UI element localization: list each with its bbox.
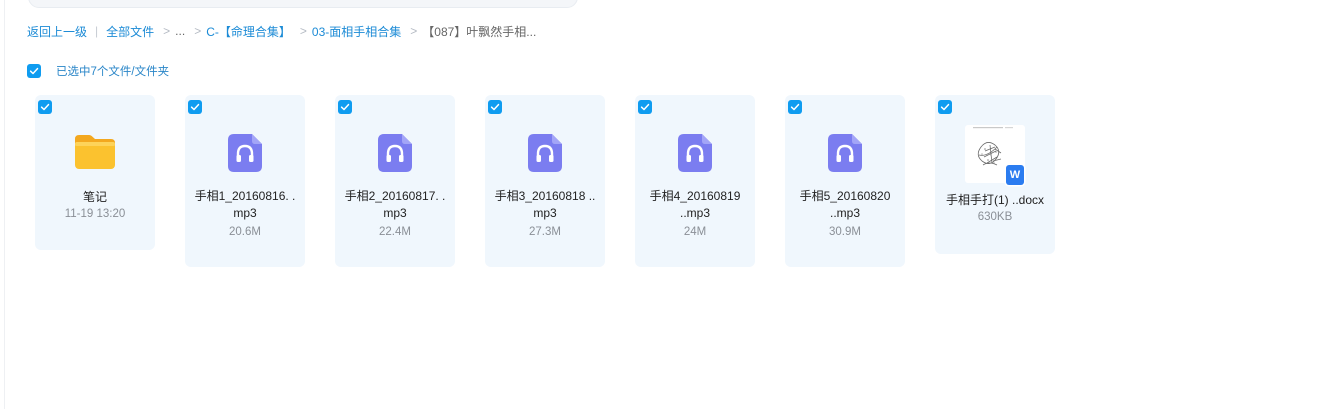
file-card-doc[interactable]: W 手相手打(1) ..docx 630KB bbox=[935, 95, 1055, 254]
file-name-ext: mp3 bbox=[533, 206, 557, 220]
file-size: 30.9M bbox=[829, 226, 861, 238]
selection-bar: 已选中7个文件/文件夹 bbox=[27, 63, 169, 79]
select-all-checkbox[interactable] bbox=[27, 64, 41, 78]
check-icon bbox=[29, 67, 39, 75]
selection-count-text: 已选中7个文件/文件夹 bbox=[56, 66, 170, 78]
breadcrumb-chevron-icon: > bbox=[410, 24, 418, 38]
breadcrumb-current: 【087】叶飘然手相... bbox=[422, 24, 537, 39]
file-card-audio[interactable]: 手相2_20160817. . mp3 22.4M bbox=[335, 95, 455, 267]
file-card-audio[interactable]: 手相3_20160818 .. mp3 27.3M bbox=[485, 95, 605, 267]
file-date: 11-19 13:20 bbox=[64, 208, 126, 220]
file-name-ext: ..mp3 bbox=[829, 206, 860, 220]
breadcrumb: 返回上一级 | 全部文件 > ... > C-【命理合集】 > 03-面相手相合… bbox=[27, 22, 536, 40]
breadcrumb-level2[interactable]: 03-面相手相合集 bbox=[312, 23, 401, 40]
file-name: 手相手打(1) ..docx bbox=[945, 193, 1045, 207]
breadcrumb-chevron-icon: > bbox=[299, 24, 307, 38]
search-bar-edge[interactable] bbox=[28, 0, 578, 8]
back-link[interactable]: 返回上一级 bbox=[27, 23, 87, 40]
check-icon bbox=[640, 103, 650, 111]
check-icon bbox=[340, 103, 350, 111]
breadcrumb-divider: | bbox=[95, 24, 99, 38]
check-icon bbox=[490, 103, 500, 111]
file-card-audio[interactable]: 手相1_20160816. . mp3 20.6M bbox=[185, 95, 305, 267]
file-name-ext: mp3 bbox=[383, 206, 407, 220]
file-name: 手相4_20160819 bbox=[649, 189, 741, 203]
file-card-folder[interactable]: 笔记 11-19 13:20 bbox=[35, 95, 155, 250]
breadcrumb-ellipsis[interactable]: ... bbox=[175, 24, 185, 38]
file-checkbox[interactable] bbox=[38, 100, 52, 114]
file-name: 手相1_20160816. . bbox=[194, 189, 296, 203]
audio-file-icon bbox=[785, 134, 905, 172]
left-border bbox=[4, 0, 5, 409]
file-card-audio[interactable]: 手相5_20160820 ..mp3 30.9M bbox=[785, 95, 905, 267]
file-name: 手相2_20160817. . bbox=[344, 189, 446, 203]
file-size: 24M bbox=[683, 226, 707, 238]
file-size: 27.3M bbox=[529, 226, 561, 238]
audio-file-icon bbox=[185, 134, 305, 172]
file-checkbox[interactable] bbox=[638, 100, 652, 114]
file-checkbox[interactable] bbox=[938, 100, 952, 114]
file-name-ext: ..mp3 bbox=[679, 206, 710, 220]
file-name: 笔记 bbox=[82, 190, 107, 204]
folder-icon bbox=[35, 133, 155, 171]
file-checkbox[interactable] bbox=[488, 100, 502, 114]
file-checkbox[interactable] bbox=[338, 100, 352, 114]
file-card-audio[interactable]: 手相4_20160819 ..mp3 24M bbox=[635, 95, 755, 267]
check-icon bbox=[40, 103, 50, 111]
word-doc-icon: W bbox=[1006, 165, 1024, 185]
audio-file-icon bbox=[485, 134, 605, 172]
check-icon bbox=[790, 103, 800, 111]
file-size: 20.6M bbox=[229, 226, 261, 238]
file-checkbox[interactable] bbox=[788, 100, 802, 114]
file-size: 630KB bbox=[977, 211, 1013, 223]
file-name: 手相5_20160820 bbox=[799, 189, 891, 203]
file-name: 手相3_20160818 .. bbox=[494, 189, 596, 203]
file-checkbox[interactable] bbox=[188, 100, 202, 114]
file-size: 22.4M bbox=[379, 226, 411, 238]
breadcrumb-chevron-icon: > bbox=[194, 24, 202, 38]
breadcrumb-chevron-icon: > bbox=[163, 24, 171, 38]
breadcrumb-all-files[interactable]: 全部文件 bbox=[106, 23, 154, 40]
audio-file-icon bbox=[335, 134, 455, 172]
audio-file-icon bbox=[635, 134, 755, 172]
check-icon bbox=[940, 103, 950, 111]
breadcrumb-level1[interactable]: C-【命理合集】 bbox=[206, 23, 291, 40]
check-icon bbox=[190, 103, 200, 111]
file-name-ext: mp3 bbox=[233, 206, 257, 220]
